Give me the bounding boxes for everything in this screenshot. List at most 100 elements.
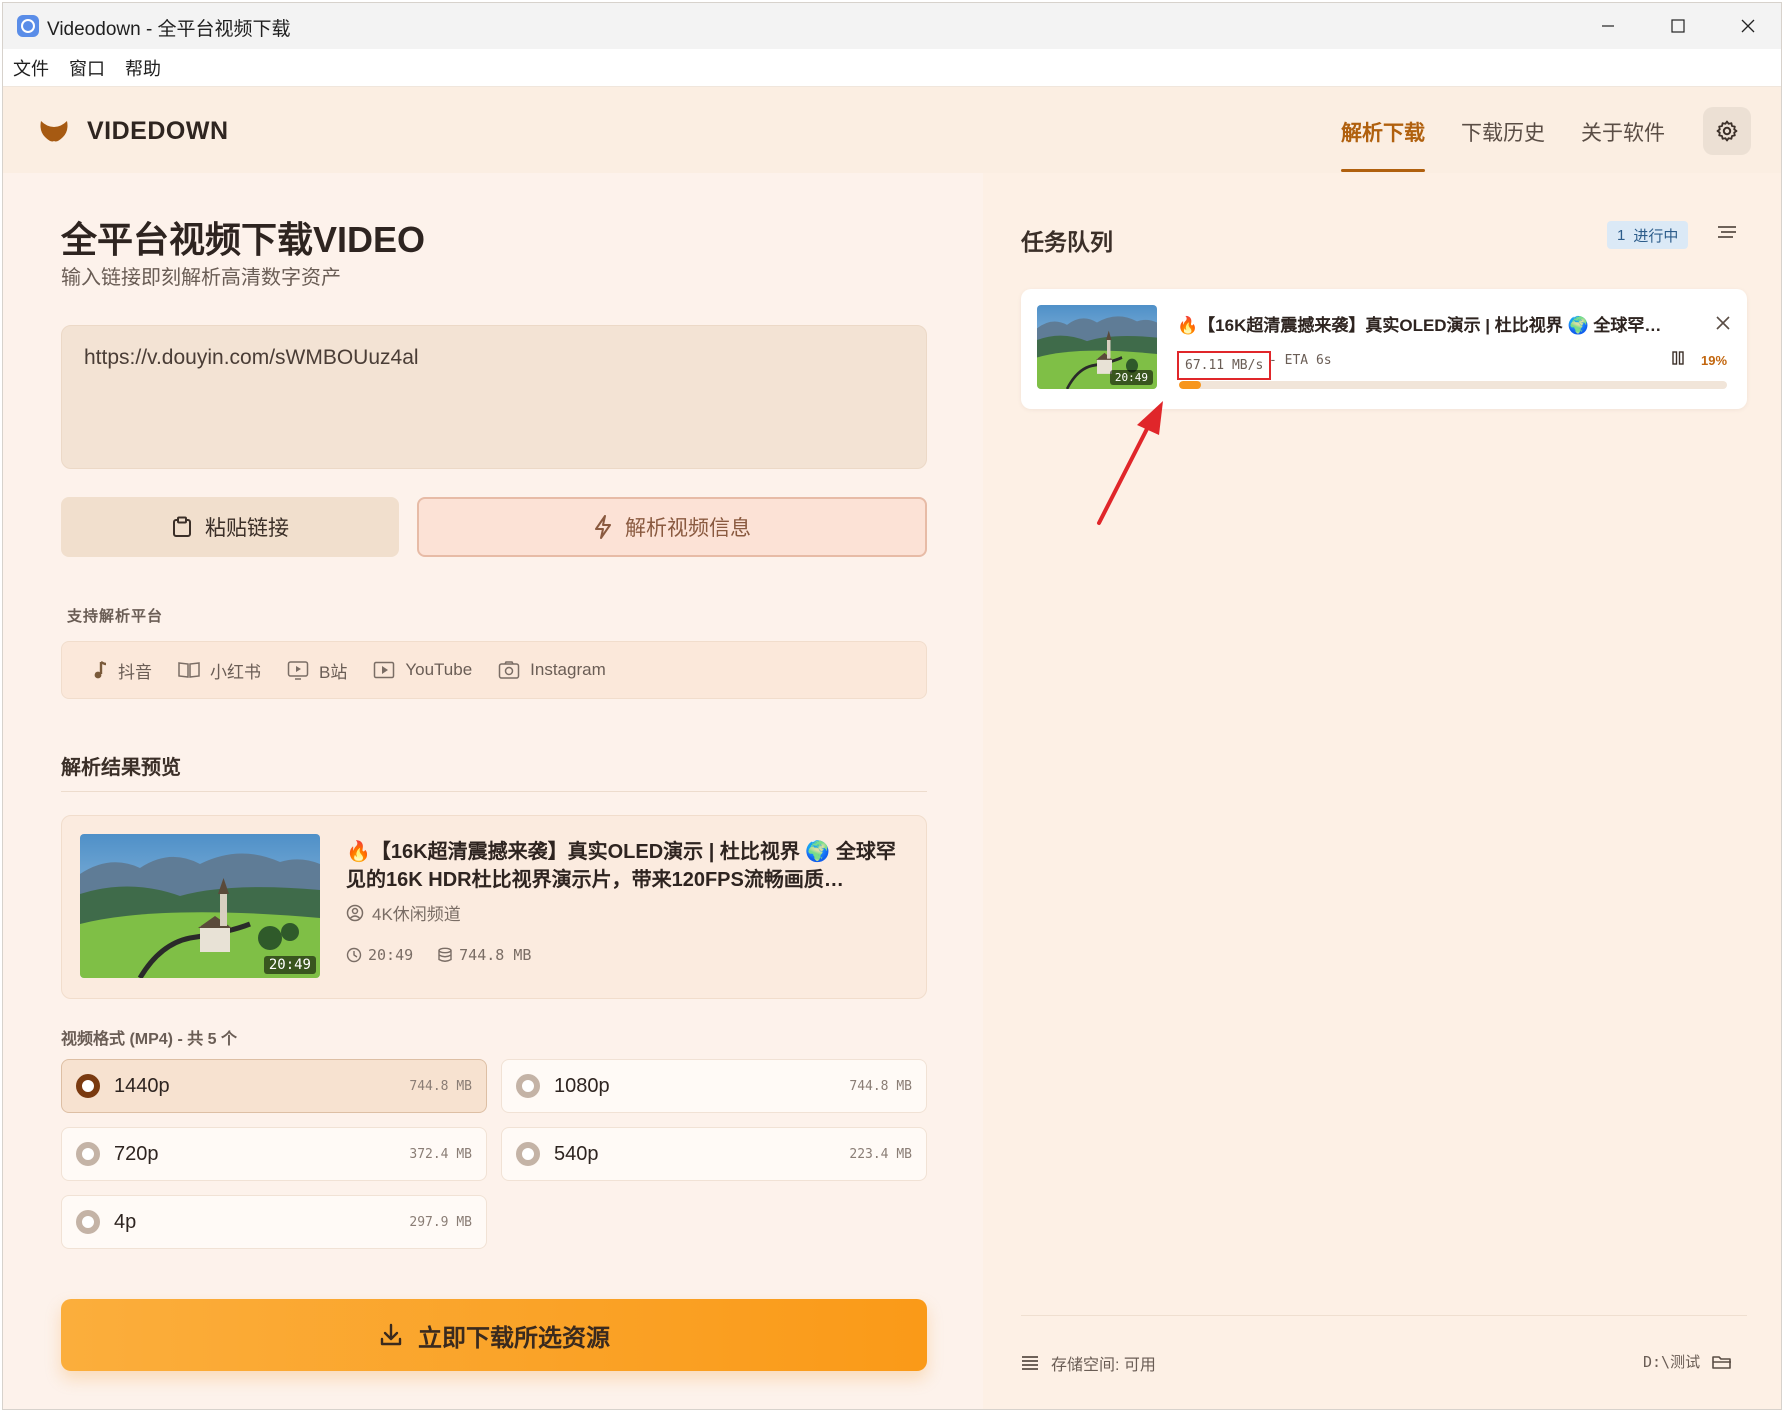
minimize-button[interactable] — [1573, 3, 1643, 49]
play-icon — [374, 661, 395, 679]
platform-youtube: YouTube — [373, 660, 472, 680]
progress-bar — [1179, 381, 1727, 389]
title-bar: Videodown - 全平台视频下载 — [3, 3, 1781, 49]
divider — [1021, 1315, 1747, 1316]
maximize-button[interactable] — [1643, 3, 1713, 49]
parse-video-label: 解析视频信息 — [625, 517, 751, 540]
video-channel: 4K休闲频道 — [346, 900, 461, 925]
format-option-4p[interactable]: 4p 297.9 MB — [61, 1195, 487, 1249]
app-icon — [17, 15, 39, 37]
download-label: 立即下载所选资源 — [418, 1324, 610, 1352]
logo-text: VIDEDOWN — [87, 117, 229, 145]
size-meta: 744.8 MB — [437, 946, 531, 964]
save-path-value: D:\测试 — [1643, 1353, 1701, 1371]
url-input[interactable]: https://v.douyin.com/sWMBOUuz4al — [61, 325, 927, 469]
badge-count: 1 — [1617, 226, 1626, 244]
format-option-720p[interactable]: 720p 372.4 MB — [61, 1127, 487, 1181]
gear-icon — [1716, 120, 1738, 142]
folder-icon[interactable] — [1712, 1354, 1732, 1370]
maximize-icon — [1671, 19, 1685, 33]
lightning-icon — [595, 515, 611, 539]
thumbnail-duration: 20:49 — [263, 956, 316, 974]
tab-about[interactable]: 关于软件 — [1581, 117, 1665, 147]
video-thumbnail: 20:49 — [80, 834, 320, 978]
radio-unselected[interactable] — [76, 1142, 100, 1166]
format-name: 720p — [114, 1142, 159, 1165]
progress-fill — [1179, 381, 1201, 389]
download-percent: 19% — [1701, 353, 1728, 368]
platform-label: Instagram — [530, 660, 606, 679]
radio-selected[interactable] — [76, 1074, 100, 1098]
format-size: 372.4 MB — [409, 1146, 472, 1162]
duration-meta: 20:49 — [346, 946, 413, 964]
format-size: 297.9 MB — [409, 1214, 472, 1230]
video-title: 🔥【16K超清震撼来袭】真实OLED演示 | 杜比视界 🌍 全球罕见的16K H… — [346, 841, 896, 891]
minimize-icon — [1602, 25, 1614, 27]
platform-douyin: 抖音 — [92, 658, 152, 683]
result-card: 20:49 🔥【16K超清震撼来袭】真实OLED演示 | 杜比视界 🌍 全球罕见… — [61, 815, 927, 999]
radio-unselected[interactable] — [76, 1210, 100, 1234]
menu-window[interactable]: 窗口 — [69, 55, 105, 81]
app-window: Videodown - 全平台视频下载 文件 窗口 帮助 VIDEDOWN 解析… — [2, 2, 1782, 1410]
download-speed: 67.11 MB/s — [1177, 351, 1272, 380]
task-thumbnail: 20:49 — [1037, 305, 1157, 389]
platform-label: 小红书 — [210, 662, 261, 682]
platform-label: B站 — [319, 662, 348, 682]
badge-label: 进行中 — [1633, 227, 1679, 245]
close-icon — [1741, 19, 1755, 33]
format-name: 540p — [554, 1142, 599, 1165]
queue-title: 任务队列 — [1021, 229, 1113, 255]
logo-icon — [40, 121, 68, 142]
tab-download-history[interactable]: 下载历史 — [1461, 117, 1545, 147]
format-name: 1080p — [554, 1074, 610, 1097]
thumbnail-duration: 20:49 — [1109, 370, 1153, 385]
active-tab-indicator — [1341, 169, 1425, 172]
sort-menu-icon[interactable] — [1717, 225, 1737, 241]
status-badge: 1 进行中 — [1607, 221, 1689, 249]
paste-link-button[interactable]: 粘贴链接 — [61, 497, 399, 557]
camera-icon — [498, 661, 520, 679]
window-title: Videodown - 全平台视频下载 — [47, 19, 291, 40]
storage-status: 存储空间: 可用 — [1021, 1351, 1156, 1375]
save-path: D:\测试 — [1643, 1351, 1732, 1372]
parse-video-button[interactable]: 解析视频信息 — [417, 497, 927, 557]
format-size: 744.8 MB — [849, 1078, 912, 1094]
close-icon[interactable] — [1715, 315, 1731, 331]
page-subtitle: 输入链接即刻解析高清数字资产 — [61, 267, 341, 289]
format-option-1440p[interactable]: 1440p 744.8 MB — [61, 1059, 487, 1113]
menu-file[interactable]: 文件 — [13, 55, 49, 81]
close-button[interactable] — [1713, 3, 1781, 49]
task-item: 20:49 🔥【16K超清震撼来袭】真实OLED演示 | 杜比视界 🌍 全球罕见… — [1021, 289, 1747, 409]
tv-icon — [287, 661, 309, 680]
page-title: 全平台视频下载VIDEO — [61, 219, 426, 260]
format-option-540p[interactable]: 540p 223.4 MB — [501, 1127, 927, 1181]
clipboard-icon — [173, 516, 191, 537]
tab-parse-download[interactable]: 解析下载 — [1341, 117, 1425, 147]
download-icon — [380, 1323, 402, 1346]
platform-xiaohongshu: 小红书 — [178, 658, 261, 683]
task-queue-panel: 任务队列 1 进行中 20:49 🔥【16K超清震撼来袭】真实OLED演示 | … — [983, 173, 1781, 1409]
pause-icon[interactable] — [1671, 351, 1685, 365]
menu-help[interactable]: 帮助 — [125, 55, 161, 81]
channel-name: 4K休闲频道 — [372, 905, 461, 924]
divider — [61, 791, 927, 792]
radio-unselected[interactable] — [516, 1074, 540, 1098]
format-name: 4p — [114, 1210, 137, 1233]
platform-label: YouTube — [405, 660, 473, 679]
format-option-1080p[interactable]: 1080p 744.8 MB — [501, 1059, 927, 1113]
format-size: 744.8 MB — [409, 1078, 472, 1094]
duration-value: 20:49 — [368, 946, 414, 964]
platform-instagram: Instagram — [498, 660, 606, 680]
size-value: 744.8 MB — [459, 946, 532, 964]
platform-bilibili: B站 — [287, 658, 347, 683]
radio-unselected[interactable] — [516, 1142, 540, 1166]
settings-button[interactable] — [1703, 107, 1751, 155]
music-note-icon — [94, 660, 107, 679]
book-icon — [178, 662, 200, 678]
download-selected-button[interactable]: 立即下载所选资源 — [61, 1299, 927, 1371]
preview-title: 解析结果预览 — [61, 757, 181, 779]
user-icon — [346, 904, 364, 921]
formats-label: 视频格式 (MP4) - 共 5 个 — [61, 1031, 238, 1048]
menu-bar: 文件 窗口 帮助 — [3, 49, 1781, 87]
task-title: 🔥【16K超清震撼来袭】真实OLED演示 | 杜比视界 🌍 全球罕见的16K H… — [1177, 316, 1677, 335]
